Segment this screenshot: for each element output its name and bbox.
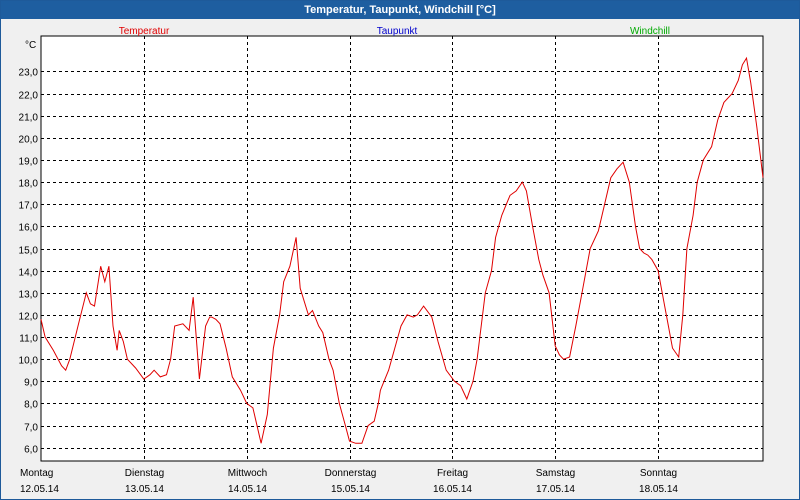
y-tick-label: 12,0 [19,312,39,323]
x-tick-day-label: Montag [20,468,53,479]
legend-windchill: Windchill [630,26,670,37]
y-tick-label: 11,0 [19,334,38,345]
y-tick-label: 16,0 [19,223,39,234]
y-tick-label: 19,0 [19,157,39,168]
x-tick-date-label: 14.05.14 [228,484,267,495]
y-tick-label: 21,0 [19,113,39,124]
x-tick-date-label: 12.05.14 [20,484,59,495]
y-tick-label: 9,0 [24,378,38,389]
x-tick-day-label: Sonntag [640,468,677,479]
legend-temperatur: Temperatur [119,26,170,37]
x-tick-date-label: 17.05.14 [536,484,575,495]
x-tick-day-label: Dienstag [125,468,164,479]
y-tick-label: 7,0 [24,423,38,434]
x-tick-day-label: Freitag [437,468,468,479]
x-tick-day-label: Samstag [536,468,575,479]
x-tick-date-label: 13.05.14 [125,484,164,495]
y-tick-label: 8,0 [24,400,38,411]
y-tick-label: 23,0 [19,68,39,79]
y-tick-label: 14,0 [19,268,39,279]
y-tick-label: 22,0 [19,91,39,102]
y-axis-tick-labels: 6,0 7,0 8,0 9,0 10,0 11,0 12,0 13,0 14,0 15,0 16,0… [19,68,39,456]
x-tick-day-label: Mittwoch [228,468,267,479]
y-tick-label: 10,0 [19,356,39,367]
x-tick-day-label: Donnerstag [325,468,377,479]
y-tick-label: 13,0 [19,290,39,301]
y-tick-label: 18,0 [19,179,39,190]
x-tick-date-label: 18.05.14 [639,484,678,495]
x-tick-date-label: 15.05.14 [331,484,370,495]
plot-background [40,35,764,462]
y-axis-unit-label: °C [25,40,36,51]
x-tick-date-label: 16.05.14 [433,484,472,495]
y-tick-label: 6,0 [24,445,38,456]
y-tick-label: 17,0 [19,201,39,212]
x-axis-tick-labels: Montag 12.05.14 Dienstag 13.05.14 Mittwoch 14… [20,468,678,495]
y-tick-label: 20,0 [19,135,39,146]
y-tick-label: 15,0 [19,246,39,257]
legend-taupunkt: Taupunkt [377,26,418,37]
chart-area: 6,0 7,0 8,0 9,0 10,0 11,0 12,0 13,0 14,0 15,0 16,0… [19,26,764,495]
